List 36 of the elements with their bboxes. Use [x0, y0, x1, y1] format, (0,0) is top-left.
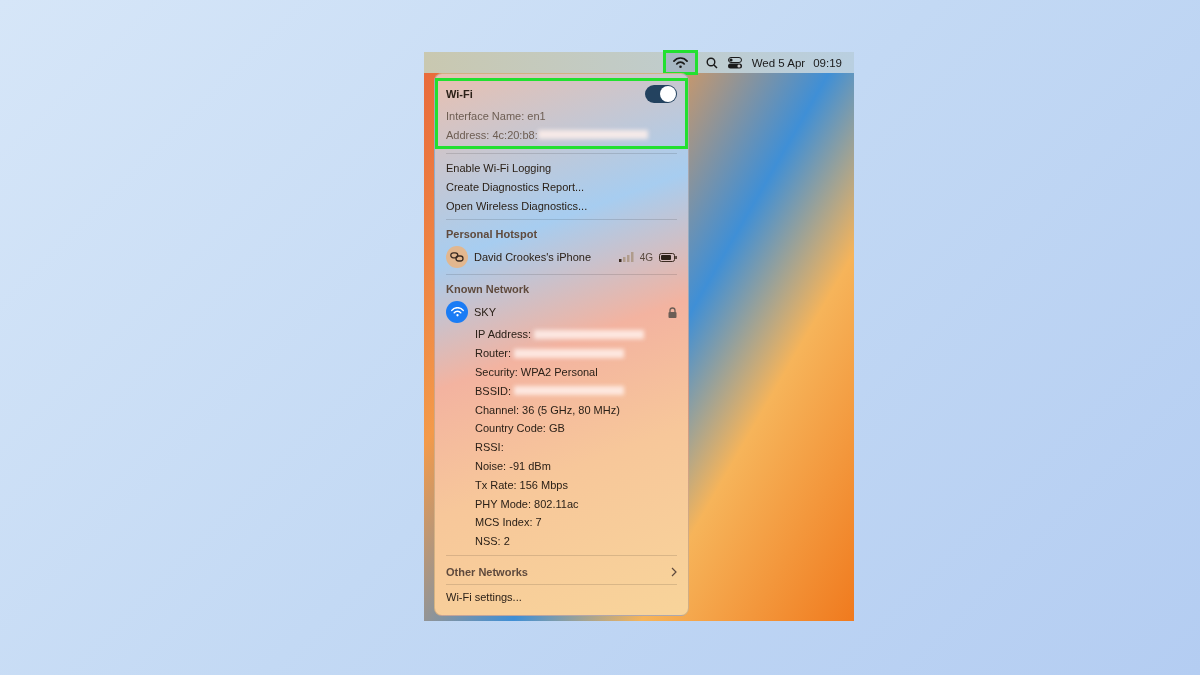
network-type: 4G	[639, 251, 653, 263]
wifi-icon[interactable]	[664, 52, 696, 73]
battery-icon	[659, 252, 677, 262]
network-detail: BSSID:	[475, 384, 512, 397]
link-icon	[446, 246, 468, 268]
mac-address: Address: 4c:20:b8:	[446, 128, 538, 141]
network-detail: Router:	[475, 347, 512, 360]
signal-bars-icon	[618, 252, 634, 262]
chevron-right-icon	[671, 566, 677, 577]
network-name[interactable]: SKY	[474, 306, 662, 318]
interface-name: Interface Name: en1	[446, 108, 547, 124]
search-icon[interactable]	[705, 56, 718, 69]
network-detail: Tx Rate: 156 Mbps	[475, 478, 568, 491]
network-detail: Country Code: GB	[475, 422, 565, 435]
wifi-title: Wi-Fi	[446, 88, 473, 100]
network-detail: MCS Index: 7	[475, 516, 542, 529]
wifi-settings-item[interactable]: Wi-Fi settings...	[446, 584, 677, 609]
network-detail: Channel: 36 (5 GHz, 80 MHz)	[475, 403, 620, 416]
menubar-date[interactable]: Wed 5 Apr	[751, 56, 806, 69]
hotspot-device[interactable]: David Crookes's iPhone	[474, 251, 613, 263]
wifi-toggle[interactable]	[645, 85, 677, 103]
network-detail: RSSI:	[475, 441, 504, 454]
wifi-icon	[446, 301, 468, 323]
other-networks-item[interactable]: Other Networks	[446, 565, 528, 578]
section-heading: Known Network	[446, 282, 531, 297]
network-detail: NSS: 2	[475, 535, 510, 548]
menu-item[interactable]: Create Diagnostics Report...	[446, 177, 677, 196]
network-detail: Noise: -91 dBm	[475, 459, 551, 472]
control-center-icon[interactable]	[727, 56, 742, 69]
network-detail: PHY Mode: 802.11ac	[475, 497, 579, 510]
network-detail: IP Address:	[475, 328, 532, 341]
network-detail: Security: WPA2 Personal	[475, 366, 598, 378]
menubar-time[interactable]: 09:19	[813, 56, 842, 69]
menu-item[interactable]: Enable Wi-Fi Logging	[446, 158, 677, 177]
menu-item[interactable]: Open Wireless Diagnostics...	[446, 196, 677, 215]
section-heading: Personal Hotspot	[446, 227, 539, 242]
